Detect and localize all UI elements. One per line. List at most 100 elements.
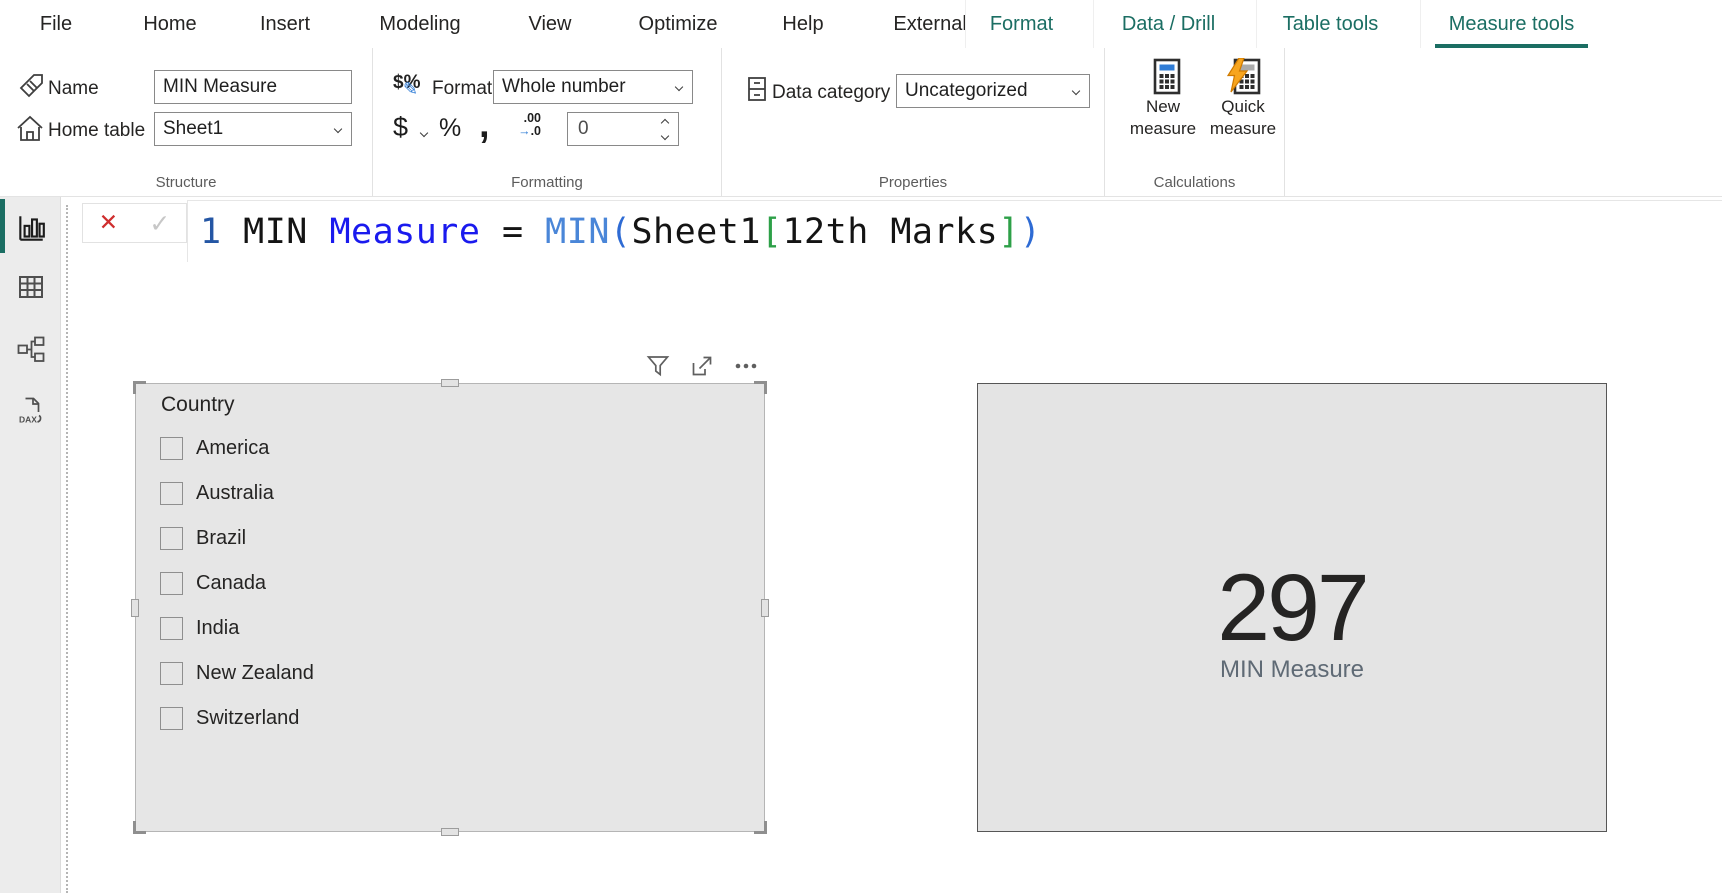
decimal-places-icon[interactable]: .00→.0 bbox=[507, 112, 541, 137]
commit-formula-button[interactable]: ✓ bbox=[149, 209, 170, 238]
home-table-dropdown[interactable]: Sheet1 bbox=[154, 112, 352, 146]
slicer-title: Country bbox=[161, 393, 235, 417]
card-visual[interactable]: 297 MIN Measure bbox=[977, 383, 1607, 832]
sidebar-item-model-view[interactable] bbox=[0, 326, 61, 372]
slicer-item-label: Australia bbox=[196, 482, 274, 505]
menu-item-optimize[interactable]: Optimize bbox=[639, 0, 718, 48]
checkbox-icon[interactable] bbox=[160, 527, 183, 550]
slicer-item-india[interactable]: India bbox=[160, 606, 754, 651]
tab-format[interactable]: Format bbox=[965, 0, 1077, 48]
powerbi-window: FileHomeInsertModelingViewOptimizeHelpEx… bbox=[0, 0, 1722, 893]
tab-label: Table tools bbox=[1283, 13, 1379, 36]
slicer-item-brazil[interactable]: Brazil bbox=[160, 516, 754, 561]
home-icon bbox=[15, 114, 45, 144]
slicer-item-label: Brazil bbox=[196, 527, 246, 550]
dax-token-plain: 12th Marks bbox=[782, 212, 998, 252]
dax-formula-text[interactable]: 1 MIN Measure = MIN(Sheet1[12th Marks]) bbox=[200, 212, 1041, 252]
quick-measure-button[interactable]: Quickmeasure bbox=[1205, 58, 1281, 140]
checkbox-icon[interactable] bbox=[160, 572, 183, 595]
more-options-icon[interactable] bbox=[734, 354, 758, 378]
ribbon-group-structure: Name Home table Sheet1 Structure bbox=[0, 48, 373, 196]
slicer-item-label: America bbox=[196, 437, 269, 460]
resize-handle[interactable] bbox=[441, 828, 459, 836]
pencil-icon: ✎ bbox=[403, 79, 418, 100]
tag-icon bbox=[18, 72, 46, 100]
dax-token-plain: = bbox=[480, 212, 545, 252]
checkbox-icon[interactable] bbox=[160, 707, 183, 730]
chevron-down-icon[interactable] bbox=[661, 131, 669, 139]
decimal-places-value: 0 bbox=[578, 118, 589, 140]
visual-hover-toolbar bbox=[646, 352, 821, 380]
ribbon-group-properties: Data category Uncategorized Properties bbox=[722, 48, 1105, 196]
slicer-item-label: India bbox=[196, 617, 239, 640]
chevron-up-icon[interactable] bbox=[661, 118, 669, 126]
filter-icon[interactable] bbox=[646, 354, 670, 378]
dax-token-paren: ( bbox=[610, 212, 632, 252]
dax-token-bracket: ] bbox=[998, 212, 1020, 252]
tab-table-tools[interactable]: Table tools bbox=[1256, 0, 1404, 48]
menu-item-help[interactable]: Help bbox=[782, 0, 823, 48]
tab-label: Data / Drill bbox=[1122, 13, 1215, 36]
thousands-separator-button[interactable]: , bbox=[479, 106, 490, 144]
checkbox-icon[interactable] bbox=[160, 617, 183, 640]
slicer-item-new-zealand[interactable]: New Zealand bbox=[160, 651, 754, 696]
slicer-visual[interactable]: Country America Australia Brazil Canada Indi… bbox=[135, 383, 765, 832]
dax-formula-bar[interactable]: 1 MIN Measure = MIN(Sheet1[12th Marks]) bbox=[187, 200, 1722, 262]
chevron-down-icon bbox=[334, 125, 342, 133]
button-label: Quick bbox=[1205, 96, 1281, 118]
percent-format-button[interactable]: % bbox=[439, 116, 461, 141]
panel-grip[interactable] bbox=[66, 205, 68, 893]
sidebar-item-dax-query-view[interactable]: DAX bbox=[0, 387, 61, 433]
checkbox-icon[interactable] bbox=[160, 437, 183, 460]
quick-measure-icon bbox=[1205, 58, 1281, 96]
svg-text:DAX: DAX bbox=[19, 415, 37, 425]
slicer-item-switzerland[interactable]: Switzerland bbox=[160, 696, 754, 741]
menu-item-file[interactable]: File bbox=[40, 0, 72, 48]
decimal-places-stepper[interactable]: 0 bbox=[567, 112, 679, 146]
resize-handle[interactable] bbox=[131, 599, 139, 617]
dax-token-plain: Sheet1 bbox=[631, 212, 760, 252]
resize-handle[interactable] bbox=[441, 379, 459, 387]
ribbon-group-calculations: NewmeasureQuickmeasure Calculations bbox=[1105, 48, 1285, 196]
slicer-item-america[interactable]: America bbox=[160, 426, 754, 471]
slicer-item-australia[interactable]: Australia bbox=[160, 471, 754, 516]
focus-mode-icon[interactable] bbox=[690, 354, 714, 378]
menu-item-modeling[interactable]: Modeling bbox=[379, 0, 460, 48]
sidebar-item-table-view[interactable] bbox=[0, 264, 61, 310]
sidebar-item-report-view[interactable] bbox=[0, 205, 61, 251]
data-category-dropdown[interactable]: Uncategorized bbox=[896, 74, 1090, 108]
resize-corner[interactable] bbox=[754, 821, 767, 834]
button-label: New bbox=[1125, 96, 1201, 118]
report-view-icon bbox=[15, 212, 47, 244]
currency-format-button[interactable]: $ bbox=[393, 114, 408, 141]
resize-corner[interactable] bbox=[754, 381, 767, 394]
home-table-value: Sheet1 bbox=[163, 118, 223, 140]
format-dropdown[interactable]: Whole number bbox=[493, 70, 693, 104]
view-sidebar: DAX bbox=[0, 197, 61, 893]
chevron-down-icon[interactable] bbox=[420, 129, 428, 137]
menu-item-home[interactable]: Home bbox=[143, 0, 196, 48]
tab-data-drill[interactable]: Data / Drill bbox=[1093, 0, 1243, 48]
dax-token-plain: MIN bbox=[222, 212, 330, 252]
slicer-item-canada[interactable]: Canada bbox=[160, 561, 754, 606]
resize-handle[interactable] bbox=[761, 599, 769, 617]
card-value: 297 bbox=[978, 554, 1606, 663]
checkbox-icon[interactable] bbox=[160, 482, 183, 505]
resize-corner[interactable] bbox=[133, 381, 146, 394]
ribbon: Name Home table Sheet1 Structure $% ✎ For… bbox=[0, 48, 1722, 197]
table-view-icon bbox=[16, 272, 46, 302]
menu-item-insert[interactable]: Insert bbox=[260, 0, 310, 48]
cancel-formula-button[interactable]: ✕ bbox=[99, 210, 118, 236]
format-value: Whole number bbox=[502, 76, 626, 98]
measure-name-input[interactable] bbox=[154, 70, 352, 104]
new-measure-icon bbox=[1125, 58, 1201, 96]
format-label: Format bbox=[432, 78, 492, 100]
new-measure-button[interactable]: Newmeasure bbox=[1125, 58, 1201, 140]
menubar: FileHomeInsertModelingViewOptimizeHelpEx… bbox=[0, 0, 1722, 48]
dax-token-bracket: [ bbox=[761, 212, 783, 252]
resize-corner[interactable] bbox=[133, 821, 146, 834]
checkbox-icon[interactable] bbox=[160, 662, 183, 685]
menu-item-view[interactable]: View bbox=[529, 0, 572, 48]
card-value-label: MIN Measure bbox=[978, 656, 1606, 684]
tab-measure-tools[interactable]: Measure tools bbox=[1420, 0, 1602, 48]
